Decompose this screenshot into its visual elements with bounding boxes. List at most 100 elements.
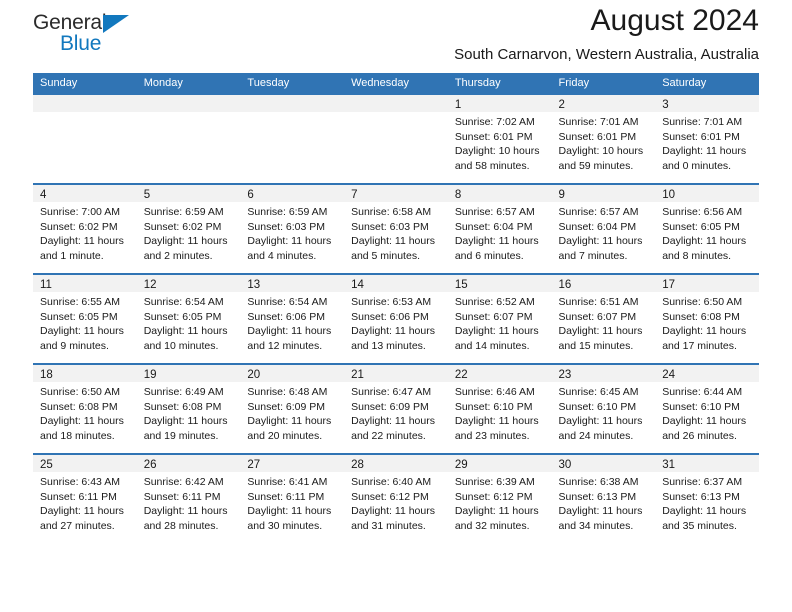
day-cell-inner <box>240 95 345 183</box>
day-details: Sunrise: 7:01 AM Sunset: 6:01 PM Daylight:… <box>552 112 656 173</box>
day-number-band: 25 <box>33 455 137 472</box>
day-number-band: 26 <box>136 455 241 472</box>
daylight-text: and 31 minutes. <box>351 519 426 532</box>
day-number: 3 <box>662 99 669 111</box>
sunset-text: Sunset: 6:13 PM <box>662 490 740 503</box>
daylight-text: Daylight: 11 hours <box>143 235 228 248</box>
day-number-band: 13 <box>240 275 345 292</box>
calendar-day-cell[interactable]: 1 Sunrise: 7:02 AM Sunset: 6:01 PM Daylight… <box>447 95 552 184</box>
calendar-day-cell[interactable]: 23 Sunrise: 6:45 AM Sunset: 6:10 PM Dayligh… <box>551 363 656 454</box>
day-number: 18 <box>40 369 53 381</box>
sunrise-text: Sunrise: 6:48 AM <box>247 386 328 398</box>
sunset-text: Sunset: 6:05 PM <box>662 220 740 233</box>
day-cell-inner: 16 Sunrise: 6:51 AM Sunset: 6:07 PM Dayligh… <box>551 275 656 363</box>
day-cell-inner: 19 Sunrise: 6:49 AM Sunset: 6:08 PM Dayligh… <box>136 365 241 453</box>
calendar-day-cell[interactable]: 14 Sunrise: 6:53 AM Sunset: 6:06 PM Dayligh… <box>344 273 448 364</box>
daylight-text: Daylight: 11 hours <box>247 415 332 428</box>
calendar-day-cell[interactable]: 25 Sunrise: 6:43 AM Sunset: 6:11 PM Dayligh… <box>33 453 137 543</box>
calendar-day-cell[interactable]: 26 Sunrise: 6:42 AM Sunset: 6:11 PM Dayligh… <box>136 453 241 543</box>
daylight-text: and 32 minutes. <box>454 519 530 532</box>
sunset-text: Sunset: 6:12 PM <box>351 490 429 503</box>
calendar-day-cell[interactable]: 30 Sunrise: 6:38 AM Sunset: 6:13 PM Dayligh… <box>551 453 656 543</box>
day-cell-inner: 14 Sunrise: 6:53 AM Sunset: 6:06 PM Dayligh… <box>344 275 448 363</box>
calendar-day-cell[interactable]: 18 Sunrise: 6:50 AM Sunset: 6:08 PM Dayligh… <box>33 363 137 454</box>
day-cell-inner: 15 Sunrise: 6:52 AM Sunset: 6:07 PM Dayligh… <box>447 275 552 363</box>
daylight-text: Daylight: 11 hours <box>558 325 643 338</box>
day-number-band: 6 <box>240 185 345 202</box>
calendar-day-cell[interactable]: 28 Sunrise: 6:40 AM Sunset: 6:12 PM Dayligh… <box>344 453 448 543</box>
calendar-day-cell[interactable]: 21 Sunrise: 6:47 AM Sunset: 6:09 PM Dayligh… <box>344 363 448 454</box>
calendar-day-cell[interactable]: 24 Sunrise: 6:44 AM Sunset: 6:10 PM Dayligh… <box>655 363 759 454</box>
daylight-text: Daylight: 11 hours <box>351 505 435 518</box>
day-number-band: 17 <box>655 275 759 292</box>
calendar-day-cell-empty <box>344 95 448 184</box>
day-details: Sunrise: 6:59 AM Sunset: 6:02 PM Daylight:… <box>137 202 241 263</box>
day-number: 12 <box>143 279 157 291</box>
day-cell-inner: 1 Sunrise: 7:02 AM Sunset: 6:01 PM Daylight… <box>447 95 552 183</box>
day-details: Sunrise: 6:56 AM Sunset: 6:05 PM Daylight:… <box>655 202 759 263</box>
sunset-text: Sunset: 6:09 PM <box>351 400 429 413</box>
calendar-day-cell[interactable]: 29 Sunrise: 6:39 AM Sunset: 6:12 PM Dayligh… <box>447 453 552 543</box>
calendar-day-cell[interactable]: 13 Sunrise: 6:54 AM Sunset: 6:06 PM Dayligh… <box>240 273 345 364</box>
calendar-day-cell[interactable]: 6 Sunrise: 6:59 AM Sunset: 6:03 PM Daylight… <box>240 183 345 274</box>
day-number-band: 15 <box>447 275 552 292</box>
calendar-day-cell[interactable]: 2 Sunrise: 7:01 AM Sunset: 6:01 PM Daylight… <box>551 95 656 184</box>
daylight-text: Daylight: 11 hours <box>558 235 643 248</box>
day-details: Sunrise: 6:54 AM Sunset: 6:05 PM Daylight:… <box>137 292 241 353</box>
day-number: 24 <box>662 369 676 381</box>
calendar-day-cell[interactable]: 9 Sunrise: 6:57 AM Sunset: 6:04 PM Daylight… <box>551 183 656 274</box>
daylight-text: Daylight: 11 hours <box>143 505 228 518</box>
calendar-day-cell[interactable]: 4 Sunrise: 7:00 AM Sunset: 6:02 PM Daylight… <box>33 183 137 274</box>
calendar-week-row: 1 Sunrise: 7:02 AM Sunset: 6:01 PM Daylight… <box>33 95 759 184</box>
day-details: Sunrise: 6:39 AM Sunset: 6:12 PM Daylight:… <box>448 472 552 533</box>
daylight-text: Daylight: 11 hours <box>247 505 332 518</box>
day-details: Sunrise: 6:46 AM Sunset: 6:10 PM Daylight:… <box>448 382 552 443</box>
calendar-day-cell[interactable]: 10 Sunrise: 6:56 AM Sunset: 6:05 PM Dayligh… <box>655 183 759 274</box>
triangle-icon <box>103 15 129 33</box>
daylight-text: Daylight: 11 hours <box>662 145 747 158</box>
calendar-day-cell[interactable]: 17 Sunrise: 6:50 AM Sunset: 6:08 PM Dayligh… <box>655 273 759 364</box>
sunset-text: Sunset: 6:10 PM <box>558 400 637 413</box>
day-cell-inner: 17 Sunrise: 6:50 AM Sunset: 6:08 PM Dayligh… <box>655 275 759 363</box>
daylight-text: and 24 minutes. <box>558 429 634 442</box>
daylight-text: and 59 minutes. <box>558 159 634 172</box>
daylight-text: and 20 minutes. <box>247 429 323 442</box>
sunrise-text: Sunrise: 6:57 AM <box>558 206 639 218</box>
daylight-text: and 10 minutes. <box>143 339 219 352</box>
sunrise-text: Sunrise: 6:50 AM <box>40 386 120 398</box>
day-number-band: 11 <box>33 275 137 292</box>
page-header: General Blue August 2024 South Carnarvon… <box>33 0 759 73</box>
sunset-text: Sunset: 6:01 PM <box>454 130 533 143</box>
sunrise-text: Sunrise: 6:42 AM <box>143 476 224 488</box>
calendar-day-cell[interactable]: 12 Sunrise: 6:54 AM Sunset: 6:05 PM Dayligh… <box>136 273 241 364</box>
day-cell-inner: 29 Sunrise: 6:39 AM Sunset: 6:12 PM Dayligh… <box>447 455 552 543</box>
daylight-text: Daylight: 11 hours <box>454 235 539 248</box>
calendar-day-cell[interactable]: 20 Sunrise: 6:48 AM Sunset: 6:09 PM Dayligh… <box>240 363 345 454</box>
calendar-day-cell[interactable]: 3 Sunrise: 7:01 AM Sunset: 6:01 PM Daylight… <box>655 95 759 184</box>
calendar-day-cell[interactable]: 11 Sunrise: 6:55 AM Sunset: 6:05 PM Dayligh… <box>33 273 137 364</box>
daylight-text: and 19 minutes. <box>143 429 219 442</box>
day-number-band: 8 <box>447 185 552 202</box>
calendar-day-cell[interactable]: 8 Sunrise: 6:57 AM Sunset: 6:04 PM Daylight… <box>447 183 552 274</box>
page-subtitle: South Carnarvon, Western Australia, Aust… <box>454 45 759 63</box>
calendar-day-cell[interactable]: 5 Sunrise: 6:59 AM Sunset: 6:02 PM Daylight… <box>136 183 241 274</box>
daylight-text: and 23 minutes. <box>454 429 530 442</box>
day-number: 4 <box>40 189 47 201</box>
calendar-day-cell[interactable]: 19 Sunrise: 6:49 AM Sunset: 6:08 PM Dayligh… <box>136 363 241 454</box>
day-cell-inner: 6 Sunrise: 6:59 AM Sunset: 6:03 PM Daylight… <box>240 185 345 273</box>
day-cell-inner: 12 Sunrise: 6:54 AM Sunset: 6:05 PM Dayligh… <box>136 275 241 363</box>
calendar-day-cell[interactable]: 16 Sunrise: 6:51 AM Sunset: 6:07 PM Dayligh… <box>551 273 656 364</box>
calendar-day-cell[interactable]: 27 Sunrise: 6:41 AM Sunset: 6:11 PM Dayligh… <box>240 453 345 543</box>
day-number: 22 <box>454 369 468 381</box>
daylight-text: and 1 minute. <box>40 249 104 262</box>
day-cell-inner: 10 Sunrise: 6:56 AM Sunset: 6:05 PM Dayligh… <box>655 185 759 273</box>
calendar-day-cell[interactable]: 22 Sunrise: 6:46 AM Sunset: 6:10 PM Dayligh… <box>447 363 552 454</box>
sunrise-text: Sunrise: 6:49 AM <box>143 386 224 398</box>
calendar-day-cell[interactable]: 15 Sunrise: 6:52 AM Sunset: 6:07 PM Dayligh… <box>447 273 552 364</box>
day-details: Sunrise: 6:58 AM Sunset: 6:03 PM Daylight:… <box>344 202 448 263</box>
calendar-day-cell[interactable]: 31 Sunrise: 6:37 AM Sunset: 6:13 PM Dayligh… <box>655 453 759 543</box>
brand-logo[interactable]: General Blue <box>33 12 153 58</box>
sunrise-text: Sunrise: 6:54 AM <box>247 296 328 308</box>
sunset-text: Sunset: 6:03 PM <box>351 220 429 233</box>
calendar-day-cell[interactable]: 7 Sunrise: 6:58 AM Sunset: 6:03 PM Daylight… <box>344 183 448 274</box>
